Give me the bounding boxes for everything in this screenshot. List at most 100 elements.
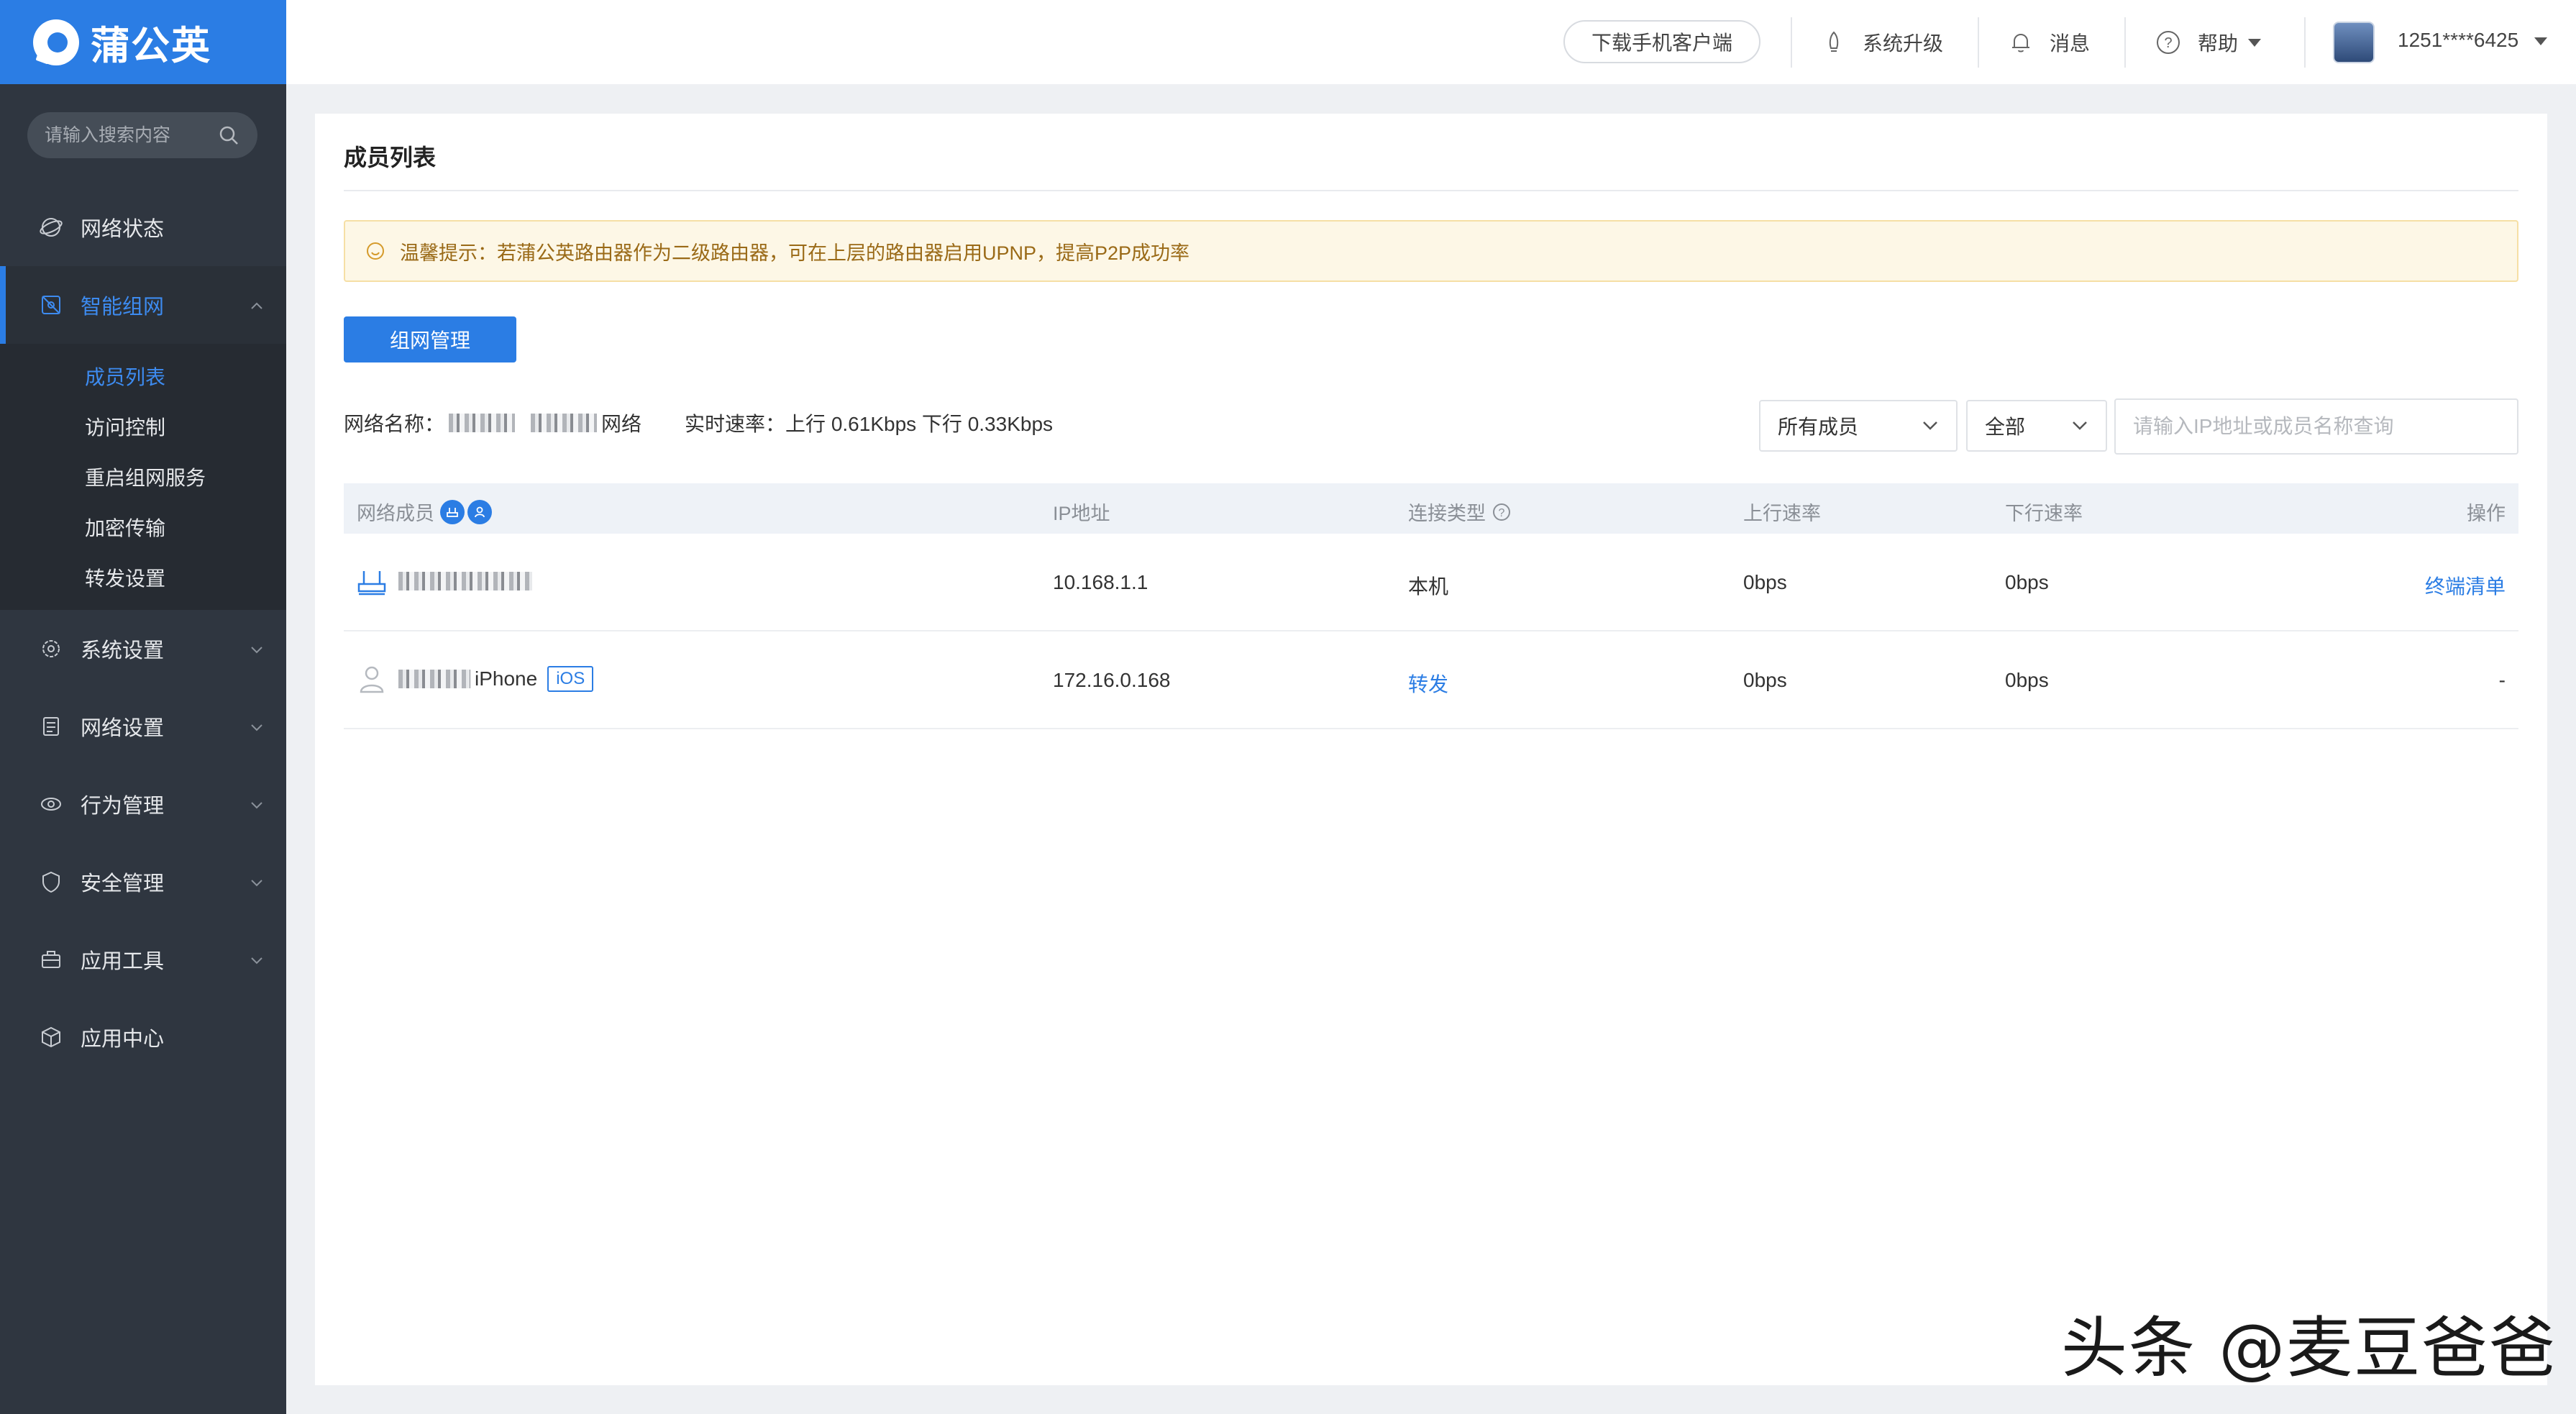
rocket-icon [1829,31,1839,52]
network-manage-button[interactable]: 组网管理 [344,316,516,362]
divider [2304,17,2306,68]
table-row: iPhone iOS 172.16.0.168 转发 0bps 0bps - [344,631,2518,729]
chevron-down-icon [251,957,262,964]
svg-text:?: ? [2164,35,2172,51]
main-panel: 成员列表 温馨提示：若蒲公英路由器作为二级路由器，可在上层的路由器启用UPNP，… [315,114,2547,1385]
col-type-label: 连接类型 [1408,503,1486,524]
redacted-member-name [398,572,532,590]
search-icon[interactable] [217,124,240,147]
member-cell: iPhone iOS [357,663,594,695]
ip-cell: 172.16.0.168 [1053,669,1171,691]
smile-icon [367,242,384,260]
speed-value: 上行 0.61Kbps 下行 0.33Kbps [785,413,1054,435]
col-down: 下行速率 [2005,503,2083,524]
dandelion-logo-icon [33,19,79,65]
system-upgrade-button[interactable]: 系统升级 [1821,24,1943,60]
up-cell: 0bps [1743,669,1787,691]
speed-label: 实时速率： [685,413,786,435]
os-tag: iOS [547,666,594,692]
member-filter-value: 所有成员 [1778,416,1859,438]
sidebar-item-label: 安全管理 [81,872,165,895]
divider [1791,17,1792,68]
bell-icon [2012,33,2029,53]
col-ip: IP地址 [1053,503,1110,524]
sidebar-search-input[interactable] [45,124,217,146]
gear-icon [42,640,60,657]
col-member-label: 网络成员 [357,503,434,524]
sidebar-item-app-center[interactable]: 应用中心 [0,998,286,1076]
notice-text: 温馨提示：若蒲公英路由器作为二级路由器，可在上层的路由器启用UPNP，提高P2P… [400,242,1190,264]
table-header: 网络成员 IP地址 连接类型 ? 上行速率 下行速率 操作 [344,483,2518,534]
download-client-button[interactable]: 下载手机客户端 [1563,20,1760,63]
system-upgrade-label: 系统升级 [1863,32,1944,55]
type-cell-link[interactable]: 转发 [1408,669,1448,698]
network-icon [42,296,60,314]
divider [344,190,2518,191]
help-label: 帮助 [2198,32,2239,55]
sidebar-item-label: 网络设置 [81,717,165,740]
sidebar-item-network-settings[interactable]: 网络设置 [0,688,286,765]
user-badge-icon[interactable] [467,499,492,524]
action-cell: - [2498,669,2506,691]
divider [2124,17,2126,68]
down-cell: 0bps [2005,571,2049,593]
sidebar-item-app-tools[interactable]: 应用工具 [0,921,286,998]
globe-icon [40,218,63,237]
chevron-down-icon [251,724,262,731]
sidebar-nav: 网络状态 智能组网 成员列表 访问控制 重启组网服务 加密传输 转发设置 系统设… [0,188,286,1076]
chevron-down-icon [251,880,262,887]
col-action: 操作 [2467,503,2506,524]
type-filter-select[interactable]: 全部 [1966,400,2107,452]
avatar[interactable] [2333,22,2375,63]
sidebar-item-smart-network[interactable]: 智能组网 [0,266,286,344]
router-badge-icon[interactable] [440,499,465,524]
sidebar-item-system-settings[interactable]: 系统设置 [0,610,286,688]
caret-down-icon [2534,37,2547,46]
help-icon: ? [2157,31,2180,54]
username: 1251****6425 [2398,29,2519,51]
sidebar-subitem-encryption[interactable]: 加密传输 [0,502,286,552]
toolbox-icon [42,951,60,968]
ip-cell: 10.168.1.1 [1053,571,1148,593]
chevron-up-icon [251,302,262,309]
terminal-list-link[interactable]: 终端清单 [2425,571,2506,600]
chevron-down-icon [251,802,262,809]
redacted-member-name [398,670,470,688]
sidebar-item-label: 应用工具 [81,950,165,973]
user-menu[interactable]: 1251****6425 [2398,29,2547,52]
sidebar-item-label: 网络状态 [81,218,165,241]
help-icon[interactable]: ? [1492,502,1512,522]
sidebar-subitem-forwarding[interactable]: 转发设置 [0,552,286,603]
sidebar-subnav: 成员列表 访问控制 重启组网服务 加密传输 转发设置 [0,344,286,610]
watermark: 头条 @麦豆爸爸 [2061,1310,2557,1387]
sidebar-subitem-access-control[interactable]: 访问控制 [0,401,286,452]
member-name: iPhone [475,667,538,690]
sidebar: 蒲公英 网络状态 智能组网 成员列表 访问控制 重启组网服务 加密传输 转发设置… [0,0,286,1414]
sidebar-subitem-member-list[interactable]: 成员列表 [0,351,286,401]
logo[interactable]: 蒲公英 [0,0,286,84]
chevron-down-icon [2073,421,2087,430]
logo-text: 蒲公英 [91,24,211,68]
member-filter-select[interactable]: 所有成员 [1759,400,1958,452]
sidebar-item-behavior-management[interactable]: 行为管理 [0,765,286,843]
sidebar-item-label: 系统设置 [81,639,165,662]
sidebar-item-label: 行为管理 [81,795,165,818]
router-icon [357,571,386,596]
sidebar-item-label: 智能组网 [81,296,165,319]
sidebar-subitem-restart-service[interactable]: 重启组网服务 [0,452,286,502]
user-icon [360,666,384,693]
help-menu[interactable]: ? 帮助 [2155,24,2262,60]
up-cell: 0bps [1743,571,1787,593]
page-title: 成员列表 [344,145,437,170]
sidebar-item-security[interactable]: 安全管理 [0,843,286,921]
sidebar-search [27,112,257,158]
document-icon [43,717,59,736]
col-member: 网络成员 [357,498,492,526]
network-info: 网络名称： 网络 实时速率： 上行 0.61Kbps 下行 0.33Kbps [344,409,1053,437]
sidebar-item-network-status[interactable]: 网络状态 [0,188,286,266]
network-name-suffix: 网络 [601,413,642,435]
chevron-down-icon [251,647,262,654]
member-search-input[interactable] [2114,398,2518,455]
messages-button[interactable]: 消息 [2008,24,2090,60]
shield-icon [42,871,60,893]
